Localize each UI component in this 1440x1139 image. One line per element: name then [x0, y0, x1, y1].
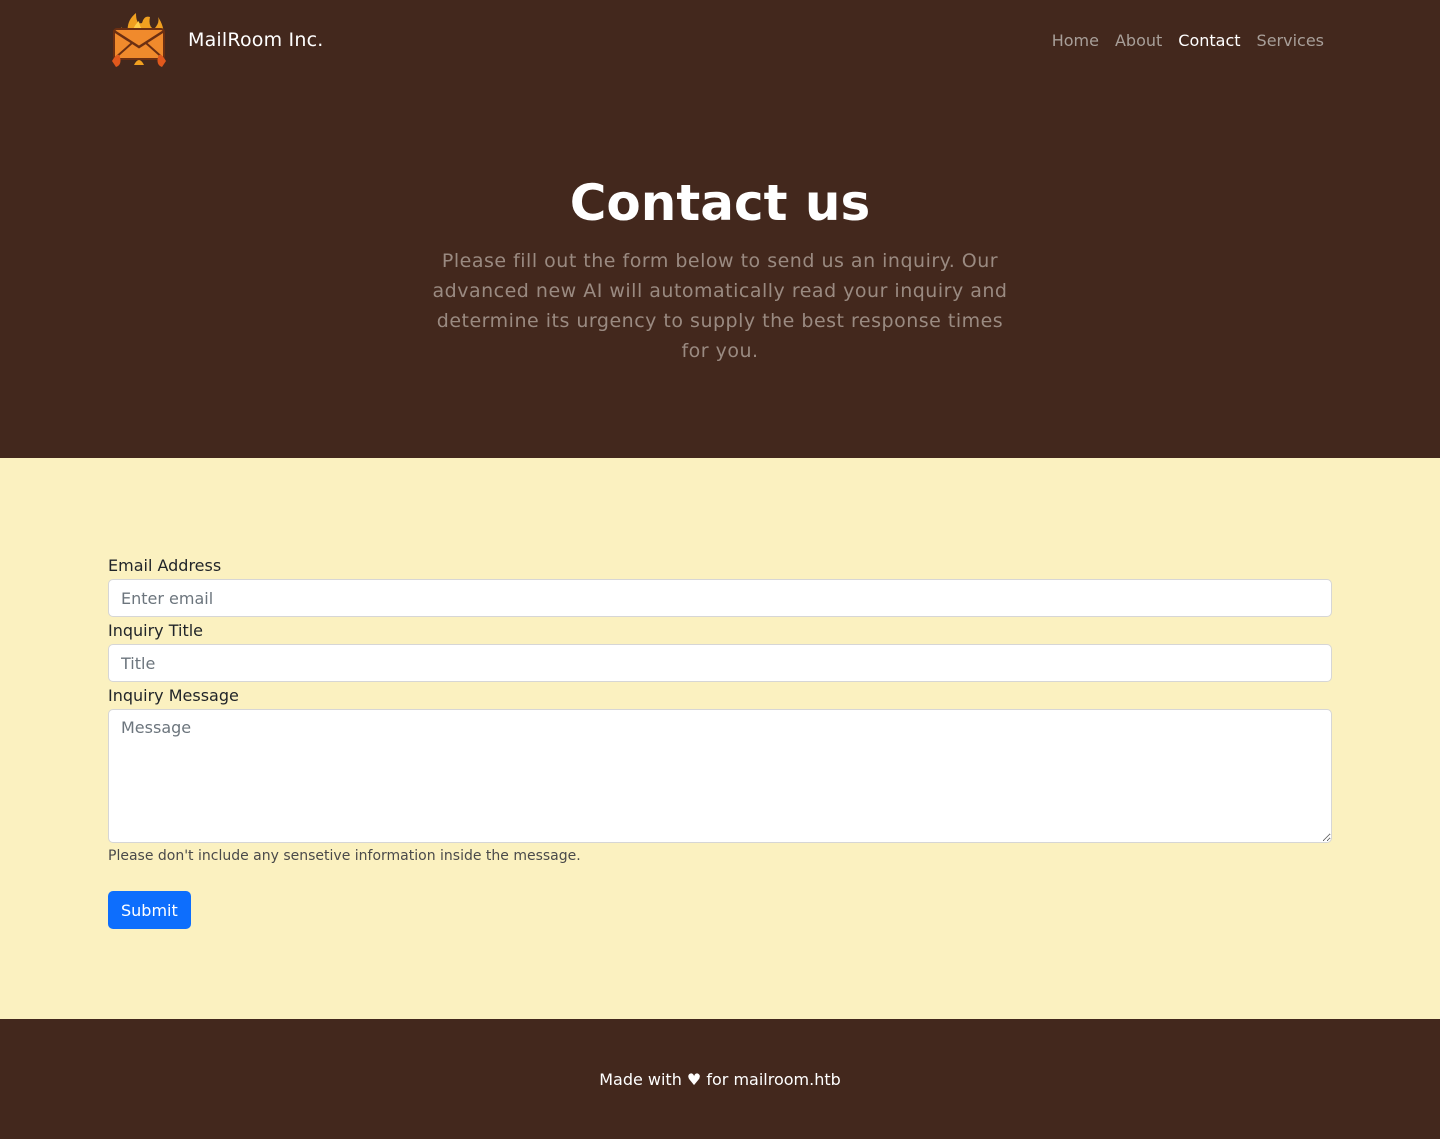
brand[interactable]: MailRoom Inc. [108, 9, 323, 71]
nav-link-about[interactable]: About [1115, 31, 1162, 50]
email-field[interactable] [108, 579, 1332, 617]
footer-text: Made with ♥ for mailroom.htb [599, 1069, 841, 1089]
message-field[interactable] [108, 709, 1332, 843]
hero-lead: Please fill out the form below to send u… [432, 250, 1008, 362]
nav-link-contact[interactable]: Contact [1178, 31, 1240, 50]
email-label: Email Address [108, 556, 222, 575]
page-header: MailRoom Inc. Home About Contact Service… [0, 0, 1440, 458]
title-field[interactable] [108, 644, 1332, 682]
hero: Contact us Please fill out the form belo… [0, 80, 1440, 366]
title-label: Inquiry Title [108, 621, 204, 640]
burning-envelope-icon [112, 13, 166, 67]
nav-links: Home About Contact Services [1052, 31, 1332, 50]
navbar: MailRoom Inc. Home About Contact Service… [0, 0, 1440, 80]
contact-form-section: Email Address Inquiry Title Inquiry Mess… [0, 458, 1440, 1019]
nav-link-home[interactable]: Home [1052, 31, 1099, 50]
submit-button[interactable]: Submit [108, 891, 191, 929]
page-footer: Made with ♥ for mailroom.htb [0, 1019, 1440, 1139]
page-title: Contact us [569, 174, 871, 232]
brand-name: MailRoom Inc. [188, 29, 324, 51]
contact-form: Email Address Inquiry Title Inquiry Mess… [108, 556, 1332, 929]
nav-link-services[interactable]: Services [1257, 31, 1324, 50]
message-label: Inquiry Message [108, 686, 239, 705]
message-help-text: Please don't include any sensetive infor… [108, 848, 581, 864]
